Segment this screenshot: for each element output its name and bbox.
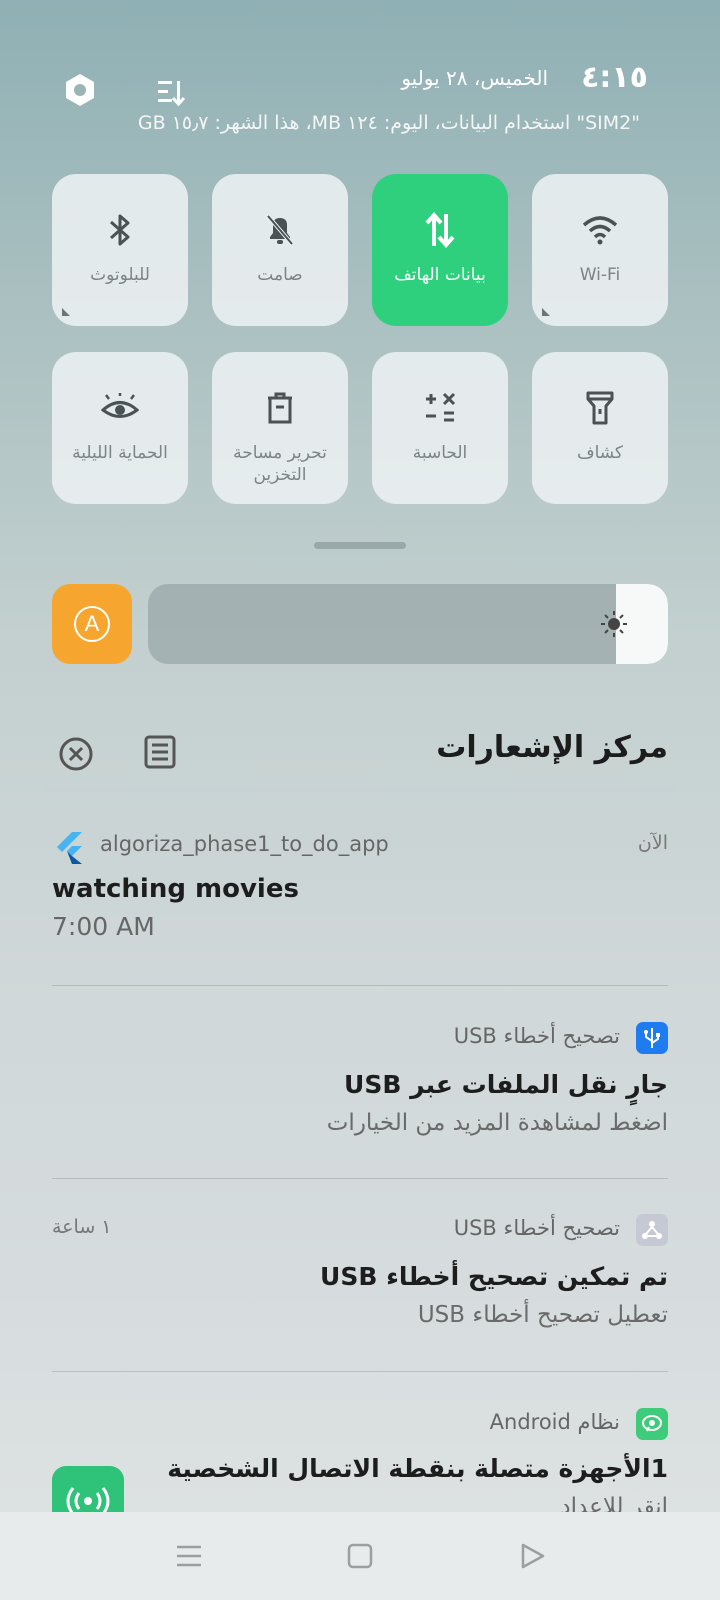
android-system-icon [636, 1408, 668, 1440]
tile-label: تحرير مساحة التخزين [233, 443, 327, 486]
notification-title: watching movies [52, 874, 299, 904]
tile-label: الحاسبة [412, 443, 468, 463]
bell-off-icon [260, 210, 300, 250]
notification-body: 7:00 AM [52, 912, 155, 941]
notification-app-name: نظام Android [489, 1410, 620, 1434]
notification-usb-debug[interactable]: تصحيح أخطاء USB ١ ساعة تم تمكين تصحيح أخ… [52, 1210, 668, 1360]
auto-brightness-icon: A [74, 606, 110, 642]
tile-bluetooth[interactable]: للبلوتوث [52, 174, 188, 326]
notification-center-title: مركز الإشعارات [436, 730, 668, 765]
home-icon[interactable] [346, 1542, 374, 1570]
flashlight-icon [580, 388, 620, 428]
manage-notifications-icon[interactable] [142, 734, 178, 770]
tile-label: للبلوتوث [90, 265, 150, 285]
clear-all-icon[interactable] [58, 736, 94, 772]
tile-label: الحماية الليلية [72, 443, 168, 463]
separator [52, 985, 668, 986]
separator [52, 1371, 668, 1372]
notification-body: انقر للإعداد [560, 1494, 668, 1512]
notification-body: تعطيل تصحيح أخطاء USB [417, 1302, 668, 1328]
brightness-slider[interactable] [148, 584, 668, 664]
tile-calculator[interactable]: الحاسبة [372, 352, 508, 504]
auto-brightness-button[interactable]: A [52, 584, 132, 664]
settings-icon[interactable] [58, 68, 102, 112]
tile-mobile-data[interactable]: بيانات الهاتف [372, 174, 508, 326]
mobile-data-icon [420, 210, 460, 250]
date: الخميس، ٢٨ يوليو [401, 66, 548, 90]
notification-time: الآن [637, 832, 668, 854]
calculator-icon [420, 388, 460, 428]
notification-app-name: algoriza_phase1_to_do_app [100, 832, 389, 856]
notification-hotspot[interactable]: نظام Android 1الأجهزة متصلة بنقطة الاتصا… [52, 1404, 668, 1512]
flutter-icon [56, 832, 84, 864]
notification-time: ١ ساعة [52, 1216, 112, 1238]
notification-title: جارٍ نقل الملفات عبر USB [344, 1070, 668, 1099]
divider [44, 786, 676, 792]
notification-body: اضغط لمشاهدة المزيد من الخيارات [326, 1110, 668, 1136]
usb-icon [636, 1022, 668, 1054]
tile-label: بيانات الهاتف [394, 265, 486, 285]
clock: ٤:١٥ [581, 60, 648, 95]
expand-corner-icon [62, 308, 70, 316]
drag-handle[interactable] [314, 542, 406, 549]
tile-label: Wi-Fi [579, 265, 621, 285]
edit-tiles-icon[interactable] [150, 70, 194, 114]
data-usage-text: "SIM2" استخدام البيانات، اليوم: ١٢٤ MB، … [137, 112, 640, 134]
hotspot-icon [52, 1466, 124, 1512]
notification-app-name: تصحيح أخطاء USB [453, 1024, 620, 1048]
tile-flashlight[interactable]: كشاف [532, 352, 668, 504]
notification-usb-transfer[interactable]: تصحيح أخطاء USB جارٍ نقل الملفات عبر USB… [52, 1018, 668, 1168]
tile-wifi[interactable]: Wi-Fi [532, 174, 668, 326]
wifi-icon [580, 210, 620, 250]
android-debug-icon [636, 1214, 668, 1246]
trash-icon [260, 388, 300, 428]
back-icon[interactable] [518, 1542, 546, 1570]
separator [52, 1178, 668, 1179]
notification-title: 1الأجهزة متصلة بنقطة الاتصال الشخصية [167, 1454, 668, 1483]
navigation-bar [0, 1512, 720, 1600]
notification-title: تم تمكين تصحيح أخطاء USB [320, 1262, 668, 1291]
menu-icon[interactable] [174, 1542, 204, 1570]
brightness-sun-icon [600, 610, 628, 638]
tile-silent[interactable]: صامت [212, 174, 348, 326]
tile-label: كشاف [576, 443, 624, 463]
tile-free-storage[interactable]: تحرير مساحة التخزين [212, 352, 348, 504]
notification-app-name: تصحيح أخطاء USB [453, 1216, 620, 1240]
eye-icon [100, 388, 140, 428]
bluetooth-icon [100, 210, 140, 250]
tile-label: صامت [257, 265, 303, 285]
notification-todo-app[interactable]: algoriza_phase1_to_do_app الآن watching … [52, 826, 668, 966]
expand-corner-icon [542, 308, 550, 316]
tile-night-shield[interactable]: الحماية الليلية [52, 352, 188, 504]
